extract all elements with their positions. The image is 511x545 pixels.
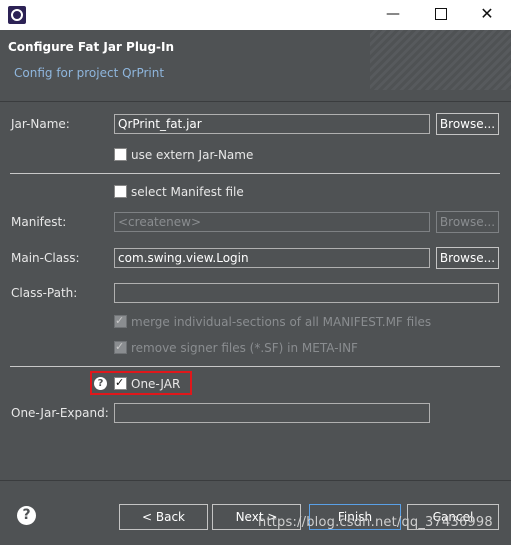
main-class-browse-button[interactable]: Browse... [436,247,499,269]
red-highlight-box [90,371,192,395]
section-divider [10,173,500,174]
watermark-text: https://blog.csdn.net/qq_37436998 [258,515,493,530]
maximize-icon [435,8,447,20]
minimize-button[interactable]: — [370,0,416,30]
merge-manifest-checkbox: merge individual-sections of all MANIFES… [114,313,432,332]
one-jar-expand-input[interactable] [114,403,430,423]
jar-name-label: Jar-Name: [11,117,70,131]
checkbox-box [114,148,127,161]
select-manifest-label: select Manifest file [131,185,244,199]
manifest-browse-button: Browse... [436,211,499,233]
select-manifest-checkbox[interactable]: select Manifest file [114,184,244,202]
jar-name-input[interactable] [114,114,430,134]
checkbox-box [114,185,127,198]
dialog-header: Configure Fat Jar Plug-In Config for pro… [0,30,511,90]
title-bar: — ✕ [0,0,511,31]
back-button[interactable]: < Back [119,504,208,530]
header-divider [0,101,511,102]
section-divider [10,366,500,367]
checkbox-box [114,313,127,329]
class-path-label: Class-Path: [11,286,78,300]
dialog-title: Configure Fat Jar Plug-In [8,40,175,54]
one-jar-expand-label: One-Jar-Expand: [11,406,109,420]
remove-signer-label: remove signer files (*.SF) in META-INF [131,341,358,355]
eclipse-app-icon [8,6,26,24]
checkbox-box [114,339,127,355]
merge-manifest-label: merge individual-sections of all MANIFES… [131,315,432,329]
manifest-label: Manifest: [11,215,67,229]
footer-divider [0,480,511,481]
main-class-input[interactable] [114,248,430,268]
main-class-label: Main-Class: [11,251,80,265]
jar-name-browse-button[interactable]: Browse... [436,113,499,135]
maximize-button[interactable] [418,0,464,30]
dialog-subtitle: Config for project QrPrint [14,66,165,80]
use-extern-jar-name-checkbox[interactable]: use extern Jar-Name [114,147,253,165]
use-extern-jar-name-label: use extern Jar-Name [131,148,254,162]
manifest-input [114,212,430,232]
class-path-input[interactable] [114,283,499,303]
remove-signer-checkbox: remove signer files (*.SF) in META-INF [114,339,358,358]
footer-help-button[interactable]: ? [17,506,36,525]
close-button[interactable]: ✕ [464,0,510,30]
dialog-window: — ✕ Configure Fat Jar Plug-In Config for… [0,0,511,545]
header-banner-pattern [370,30,511,90]
